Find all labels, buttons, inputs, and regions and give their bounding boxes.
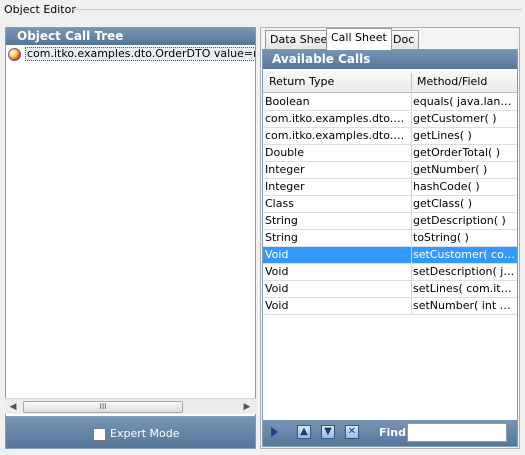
table-row[interactable]: VoidsetCustomer( com.itko.examples.dto.C… — [263, 247, 517, 264]
return-type-cell[interactable]: Boolean — [265, 94, 409, 110]
method-field-cell[interactable]: setNumber( int number ) — [413, 298, 515, 314]
delete-icon[interactable]: ✕ — [345, 425, 359, 439]
run-icon[interactable] — [271, 427, 278, 437]
method-field-cell[interactable]: getLines( ) — [413, 128, 515, 144]
table-row[interactable]: VoidsetDescription( java.lang.String ) — [263, 264, 517, 281]
table-row[interactable]: com.itko.examples.dto.OrderLine[]getLine… — [263, 128, 517, 145]
table-row[interactable]: String toString( ) — [263, 230, 517, 247]
left-panel-footer: Expert Mode — [5, 416, 256, 449]
method-field-cell[interactable]: setCustomer( com.itko.examples.dto.Custo… — [413, 247, 515, 263]
column-header-return-type[interactable]: Return Type — [263, 71, 411, 93]
horizontal-scrollbar[interactable]: ◀ III ▶ — [5, 398, 256, 414]
method-field-cell[interactable]: getDescription( ) — [413, 213, 515, 229]
table-row[interactable]: Class getClass( ) — [263, 196, 517, 213]
column-header-method-field[interactable]: Method/Field — [411, 71, 517, 93]
return-type-cell[interactable]: com.itko.examples.dto.OrderLine[] — [265, 128, 409, 144]
cell-divider — [411, 298, 412, 314]
method-field-cell[interactable]: setLines( com.itko.examples.dto.OrderLin… — [413, 281, 515, 297]
cell-divider — [411, 162, 412, 178]
table-row[interactable]: VoidsetNumber( int number ) — [263, 298, 517, 315]
scroll-left-arrow-icon[interactable]: ◀ — [7, 401, 19, 413]
return-type-cell[interactable]: Void — [265, 281, 409, 297]
scrollbar-thumb[interactable]: III — [23, 401, 183, 413]
move-down-icon[interactable]: ▼ — [321, 425, 335, 439]
tree-item-label[interactable]: com.itko.examples.dto.OrderDTO value=num… — [25, 47, 255, 61]
object-call-tree-panel: Object Call Tree com.itko.examples.dto.O… — [5, 27, 256, 449]
cell-divider — [411, 230, 412, 246]
method-field-cell[interactable]: setDescription( java.lang.String ) — [413, 264, 515, 280]
title-separator — [72, 9, 522, 10]
tab-call-sheet[interactable]: Call Sheet — [326, 28, 392, 50]
return-type-cell[interactable]: Void — [265, 247, 409, 263]
available-calls-header: Available Calls — [263, 50, 517, 69]
find-input[interactable] — [407, 423, 507, 442]
expert-mode-toggle[interactable]: Expert Mode — [93, 427, 180, 441]
return-type-cell[interactable]: Void — [265, 298, 409, 314]
return-type-cell[interactable]: Integer — [265, 179, 409, 195]
object-icon — [8, 47, 21, 61]
table-row[interactable]: Double getOrderTotal( ) — [263, 145, 517, 162]
tab-doc[interactable]: Doc — [388, 30, 420, 49]
return-type-cell[interactable]: com.itko.examples.dto.Customer — [265, 111, 409, 127]
table-row[interactable]: Integer hashCode( ) — [263, 179, 517, 196]
table-row[interactable]: com.itko.examples.dto.CustomergetCustome… — [263, 111, 517, 128]
cell-divider — [411, 128, 412, 144]
cell-divider — [411, 179, 412, 195]
call-sheet-panel: Available Calls Return Type Method/Field… — [262, 49, 518, 447]
calls-table-body: Booleanequals( java.lang.Object )com.itk… — [263, 94, 517, 315]
tree-item[interactable]: com.itko.examples.dto.OrderDTO value=num… — [8, 47, 255, 61]
expert-mode-checkbox[interactable] — [93, 427, 106, 441]
return-type-cell[interactable]: Double — [265, 145, 409, 161]
table-header: Return Type Method/Field — [263, 71, 517, 93]
return-type-cell[interactable]: Class — [265, 196, 409, 212]
find-label: Find: — [379, 426, 411, 439]
move-up-icon[interactable]: ▲ — [297, 425, 311, 439]
object-call-tree-header: Object Call Tree — [6, 28, 255, 45]
method-field-cell[interactable]: equals( java.lang.Object ) — [413, 94, 515, 110]
cell-divider — [411, 281, 412, 297]
expert-mode-label: Expert Mode — [110, 427, 180, 440]
return-type-cell[interactable]: String — [265, 213, 409, 229]
call-sheet-toolbar: ▲ ▼ ✕ Find: — [263, 420, 517, 446]
table-row[interactable]: Booleanequals( java.lang.Object ) — [263, 94, 517, 111]
return-type-cell[interactable]: Integer — [265, 162, 409, 178]
method-field-cell[interactable]: getCustomer( ) — [413, 111, 515, 127]
table-row[interactable]: Integer getNumber( ) — [263, 162, 517, 179]
method-field-cell[interactable]: getClass( ) — [413, 196, 515, 212]
return-type-cell[interactable]: Void — [265, 264, 409, 280]
table-row[interactable]: VoidsetLines( com.itko.examples.dto.Orde… — [263, 281, 517, 298]
cell-divider — [411, 196, 412, 212]
scroll-right-arrow-icon[interactable]: ▶ — [241, 401, 253, 413]
cell-divider — [411, 213, 412, 229]
cell-divider — [411, 94, 412, 110]
return-type-cell[interactable]: String — [265, 230, 409, 246]
cell-divider — [411, 247, 412, 263]
method-field-cell[interactable]: getOrderTotal( ) — [413, 145, 515, 161]
cell-divider — [411, 264, 412, 280]
cell-divider — [411, 145, 412, 161]
method-field-cell[interactable]: getNumber( ) — [413, 162, 515, 178]
window-title: Object Editor — [4, 3, 76, 16]
method-field-cell[interactable]: toString( ) — [413, 230, 515, 246]
cell-divider — [411, 111, 412, 127]
table-row[interactable]: String getDescription( ) — [263, 213, 517, 230]
method-field-cell[interactable]: hashCode( ) — [413, 179, 515, 195]
